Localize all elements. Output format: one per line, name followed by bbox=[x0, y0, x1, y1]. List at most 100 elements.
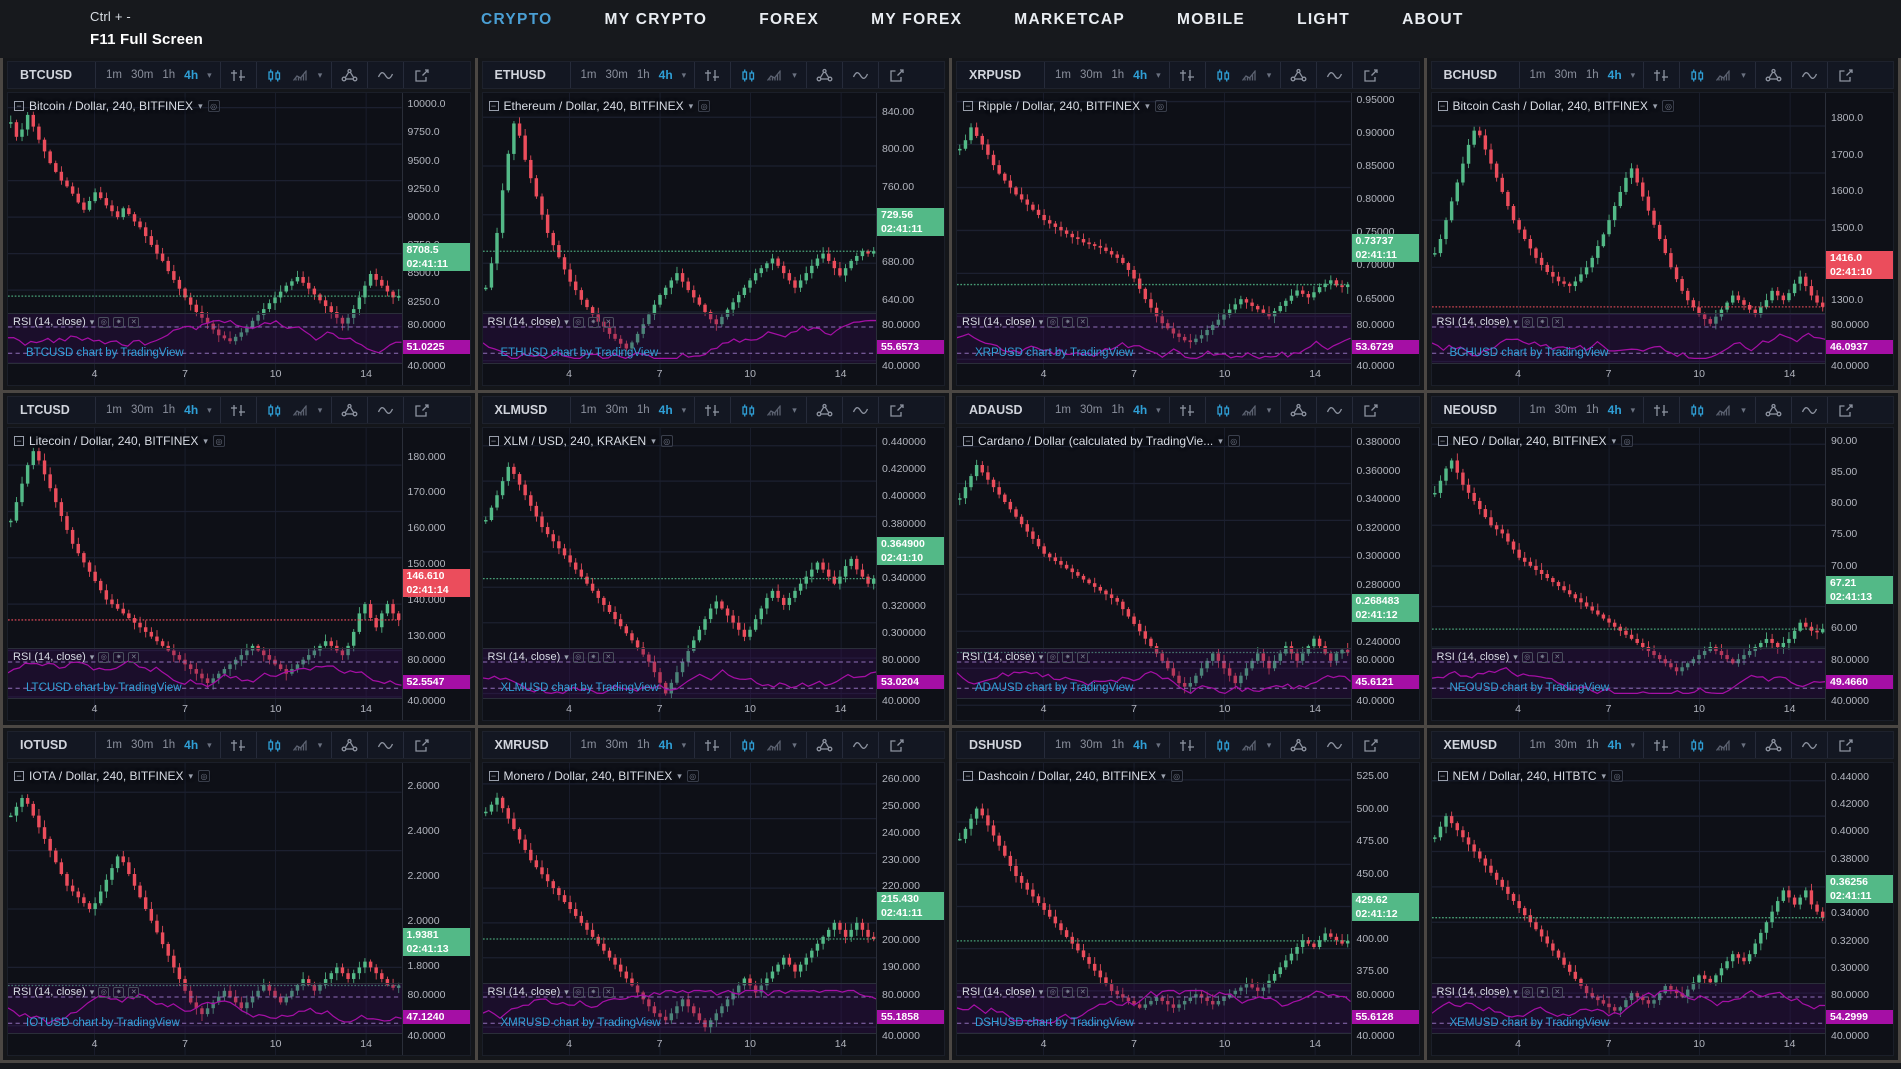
collapse-icon[interactable]: − bbox=[963, 101, 973, 111]
symbol-label[interactable]: DSHUSD bbox=[957, 732, 1045, 758]
drawing-tools-icon[interactable] bbox=[1290, 403, 1307, 418]
legend-title[interactable]: Litecoin / Dollar, 240, BITFINEX bbox=[29, 434, 198, 448]
resolution-1m[interactable]: 1m bbox=[581, 404, 597, 416]
chevron-down-icon[interactable]: ▾ bbox=[318, 405, 323, 415]
resolution-1h[interactable]: 1h bbox=[1111, 739, 1124, 751]
time-axis[interactable]: 4 7 10 14 bbox=[482, 363, 876, 385]
time-axis[interactable]: 4 7 10 14 bbox=[482, 698, 876, 720]
resolution-30m[interactable]: 30m bbox=[1554, 69, 1576, 81]
price-axis[interactable]: 0.4400000.4200000.4000000.3800000.360000… bbox=[876, 428, 944, 720]
resolution-1h[interactable]: 1h bbox=[1111, 69, 1124, 81]
settings-icon[interactable]: ✷ bbox=[587, 316, 599, 328]
price-axis[interactable]: 840.00800.00760.00720.00680.00640.00 729… bbox=[876, 93, 944, 385]
symbol-label[interactable]: LTCUSD bbox=[8, 397, 96, 423]
resolution-1m[interactable]: 1m bbox=[581, 69, 597, 81]
legend-title[interactable]: Ripple / Dollar, 240, BITFINEX bbox=[978, 99, 1140, 113]
price-axis[interactable]: 260.000250.000240.000230.000220.000210.0… bbox=[876, 763, 944, 1055]
chevron-down-icon[interactable]: ▾ bbox=[203, 436, 208, 447]
chevron-down-icon[interactable]: ▾ bbox=[1631, 70, 1636, 80]
indicator-icon[interactable] bbox=[1241, 403, 1258, 418]
settings-icon[interactable]: ✷ bbox=[587, 651, 599, 663]
chevron-down-icon[interactable]: ▾ bbox=[1741, 740, 1746, 750]
candlestick-style-icon[interactable] bbox=[1689, 738, 1706, 753]
settings-icon[interactable]: ✷ bbox=[113, 316, 125, 328]
indicator-icon[interactable] bbox=[1241, 68, 1258, 83]
resolution-30m[interactable]: 30m bbox=[131, 404, 153, 416]
chevron-down-icon[interactable]: ▾ bbox=[792, 70, 797, 80]
resolution-30m[interactable]: 30m bbox=[1554, 739, 1576, 751]
candlestick-style-icon[interactable] bbox=[266, 738, 283, 753]
chevron-down-icon[interactable]: ▾ bbox=[1741, 70, 1746, 80]
indicator-icon[interactable] bbox=[292, 403, 309, 418]
line-style-icon[interactable] bbox=[1801, 738, 1818, 753]
compare-icon[interactable] bbox=[230, 68, 247, 83]
tradingview-watermark[interactable]: ADAUSD chart by TradingView bbox=[975, 682, 1133, 694]
gear-icon[interactable]: ◎ bbox=[212, 435, 225, 447]
collapse-icon[interactable]: − bbox=[1437, 101, 1448, 111]
resolution-4h[interactable]: 4h bbox=[184, 738, 198, 752]
gear-icon[interactable]: ◎ bbox=[1154, 100, 1167, 112]
popout-icon[interactable] bbox=[413, 738, 430, 753]
chevron-down-icon[interactable]: ▾ bbox=[1741, 405, 1746, 415]
resolution-4h[interactable]: 4h bbox=[1608, 403, 1622, 417]
legend-title[interactable]: Cardano / Dollar (calculated by TradingV… bbox=[978, 434, 1213, 448]
nav-item-mobile[interactable]: MOBILE bbox=[1151, 11, 1271, 29]
chevron-down-icon[interactable]: ▾ bbox=[1267, 405, 1272, 415]
chevron-down-icon[interactable]: ▾ bbox=[1513, 317, 1518, 328]
close-icon[interactable]: ✕ bbox=[1551, 316, 1563, 328]
resolution-1h[interactable]: 1h bbox=[637, 404, 650, 416]
line-style-icon[interactable] bbox=[1801, 68, 1818, 83]
time-axis[interactable]: 4 7 10 14 bbox=[482, 1033, 876, 1055]
chevron-down-icon[interactable]: ▾ bbox=[1161, 771, 1166, 782]
drawing-tools-icon[interactable] bbox=[1765, 738, 1782, 753]
chevron-down-icon[interactable]: ▾ bbox=[1267, 70, 1272, 80]
time-axis[interactable]: 4 7 10 14 bbox=[957, 363, 1351, 385]
legend-title[interactable]: IOTA / Dollar, 240, BITFINEX bbox=[29, 769, 184, 783]
resolution-1h[interactable]: 1h bbox=[1111, 404, 1124, 416]
candlestick-style-icon[interactable] bbox=[266, 403, 283, 418]
nav-item-forex[interactable]: FOREX bbox=[733, 11, 845, 29]
resolution-4h[interactable]: 4h bbox=[659, 68, 673, 82]
collapse-icon[interactable]: − bbox=[1437, 436, 1448, 446]
eye-icon[interactable]: ◎ bbox=[572, 316, 584, 328]
symbol-label[interactable]: BTCUSD bbox=[8, 62, 96, 88]
collapse-icon[interactable]: − bbox=[14, 101, 24, 111]
nav-item-crypto[interactable]: CRYPTO bbox=[455, 11, 579, 29]
chevron-down-icon[interactable]: ▾ bbox=[1612, 436, 1617, 447]
time-axis[interactable]: 4 7 10 14 bbox=[8, 363, 402, 385]
time-axis[interactable]: 4 7 10 14 bbox=[8, 1033, 402, 1055]
chevron-down-icon[interactable]: ▾ bbox=[207, 405, 212, 415]
drawing-tools-icon[interactable] bbox=[1290, 68, 1307, 83]
price-axis[interactable]: 0.440000.420000.400000.380000.360000.340… bbox=[1825, 763, 1893, 1055]
chevron-down-icon[interactable]: ▾ bbox=[564, 652, 569, 663]
resolution-4h[interactable]: 4h bbox=[1133, 403, 1147, 417]
chevron-down-icon[interactable]: ▾ bbox=[1653, 101, 1658, 112]
eye-icon[interactable]: ◎ bbox=[1047, 651, 1059, 663]
resolution-1h[interactable]: 1h bbox=[162, 404, 175, 416]
eye-icon[interactable]: ◎ bbox=[98, 986, 110, 998]
symbol-label[interactable]: IOTUSD bbox=[8, 732, 96, 758]
resolution-1m[interactable]: 1m bbox=[106, 404, 122, 416]
tradingview-watermark[interactable]: IOTUSD chart by TradingView bbox=[26, 1017, 180, 1029]
chevron-down-icon[interactable]: ▾ bbox=[1039, 987, 1044, 998]
nav-item-my-forex[interactable]: MY FOREX bbox=[845, 11, 988, 29]
indicator-icon[interactable] bbox=[766, 738, 783, 753]
resolution-1h[interactable]: 1h bbox=[1586, 739, 1599, 751]
legend-title[interactable]: NEO / Dollar, 240, BITFINEX bbox=[1453, 434, 1607, 448]
candlestick-style-icon[interactable] bbox=[1689, 68, 1706, 83]
popout-icon[interactable] bbox=[1362, 738, 1379, 753]
chevron-down-icon[interactable]: ▾ bbox=[189, 771, 194, 782]
resolution-30m[interactable]: 30m bbox=[605, 69, 627, 81]
candlestick-style-icon[interactable] bbox=[740, 68, 757, 83]
symbol-label[interactable]: NEOUSD bbox=[1432, 397, 1520, 423]
chevron-down-icon[interactable]: ▾ bbox=[677, 771, 682, 782]
indicator-icon[interactable] bbox=[292, 738, 309, 753]
resolution-30m[interactable]: 30m bbox=[1080, 69, 1102, 81]
drawing-tools-icon[interactable] bbox=[1765, 68, 1782, 83]
legend-title[interactable]: Monero / Dollar, 240, BITFINEX bbox=[504, 769, 673, 783]
nav-item-light[interactable]: LIGHT bbox=[1271, 11, 1376, 29]
compare-icon[interactable] bbox=[1179, 68, 1196, 83]
line-style-icon[interactable] bbox=[377, 403, 394, 418]
resolution-1h[interactable]: 1h bbox=[162, 69, 175, 81]
resolution-1m[interactable]: 1m bbox=[1530, 404, 1546, 416]
